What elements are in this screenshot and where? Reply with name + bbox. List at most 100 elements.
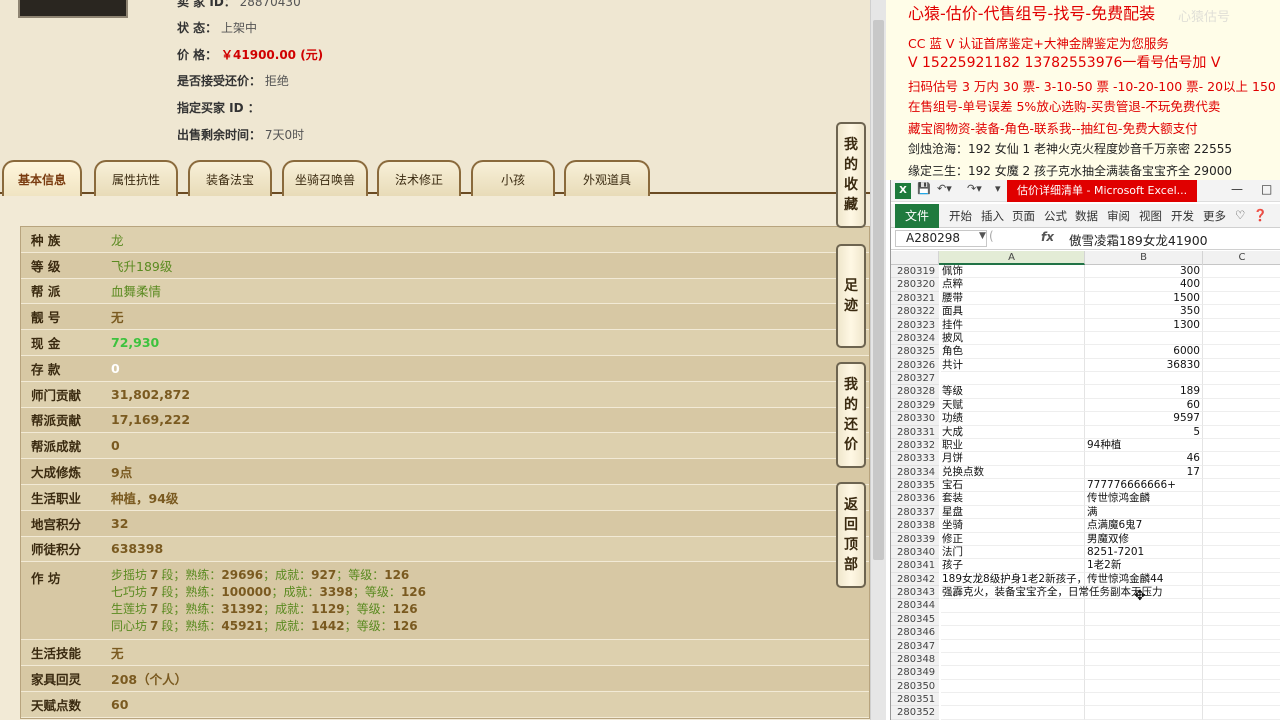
cell-b[interactable]: 6000 bbox=[1085, 345, 1203, 359]
maximize-icon[interactable]: □ bbox=[1261, 182, 1272, 196]
ribbon-tab-view[interactable]: 视图 bbox=[1139, 208, 1162, 224]
cell-c[interactable] bbox=[1203, 359, 1280, 372]
row-number[interactable]: 280352 bbox=[891, 706, 939, 720]
sheet-row[interactable]: 280328 等级 189 bbox=[891, 385, 1280, 399]
sheet-row[interactable]: 280338 坐骑 点满魔6鬼7 bbox=[891, 519, 1280, 533]
cell-b[interactable]: 46 bbox=[1085, 452, 1203, 466]
row-number[interactable]: 280346 bbox=[891, 626, 939, 640]
sheet-row[interactable]: 280337 星盘满 bbox=[891, 505, 1280, 520]
sheet-row[interactable]: 280352 bbox=[891, 706, 1280, 720]
cell-b[interactable] bbox=[1085, 626, 1203, 640]
cell-b[interactable]: 94种植 bbox=[1085, 438, 1203, 453]
cell-c[interactable] bbox=[1203, 613, 1280, 627]
sheet-row[interactable]: 280325 角色 6000 bbox=[891, 345, 1280, 359]
row-number[interactable]: 280324 bbox=[891, 331, 939, 346]
cell-a[interactable]: 月饼 bbox=[941, 452, 1085, 466]
row-number[interactable]: 280329 bbox=[891, 398, 939, 413]
cell-b[interactable] bbox=[1085, 652, 1203, 667]
row-number[interactable]: 280342 bbox=[891, 572, 939, 586]
cell-c[interactable] bbox=[1203, 533, 1280, 546]
cell-c[interactable] bbox=[1203, 492, 1280, 506]
cell-b[interactable]: 1300 bbox=[1085, 318, 1203, 332]
cell-a[interactable]: 坐骑 bbox=[941, 519, 1085, 533]
cell-a[interactable] bbox=[941, 679, 1085, 693]
row-number[interactable]: 280345 bbox=[891, 612, 939, 627]
ribbon-tab-more[interactable]: 更多 bbox=[1203, 208, 1226, 224]
cell-a[interactable]: 法门 bbox=[941, 545, 1085, 560]
ribbon-tab-insert[interactable]: 插入 bbox=[981, 208, 1004, 224]
row-number[interactable]: 280326 bbox=[891, 358, 939, 372]
ribbon-tab-formulas[interactable]: 公式 bbox=[1044, 208, 1067, 224]
sheet-row[interactable]: 280341 孩子 1老2新 bbox=[891, 559, 1280, 573]
row-number[interactable]: 280343 bbox=[891, 586, 939, 600]
row-number[interactable]: 280322 bbox=[891, 305, 939, 319]
tab-appearance[interactable]: 外观道具 bbox=[564, 160, 650, 196]
cell-a[interactable]: 宝石 bbox=[941, 479, 1085, 493]
column-header-a[interactable]: A bbox=[939, 251, 1085, 265]
cell-a[interactable]: 佩饰 bbox=[941, 265, 1085, 279]
row-number[interactable]: 280320 bbox=[891, 278, 939, 292]
cell-b[interactable]: 9597 bbox=[1085, 412, 1203, 426]
ribbon-tab-home[interactable]: 开始 bbox=[949, 208, 972, 224]
row-number[interactable]: 280335 bbox=[891, 479, 939, 493]
cell-a[interactable] bbox=[941, 693, 1085, 707]
cell-b[interactable]: 189 bbox=[1085, 385, 1203, 399]
cell-c[interactable] bbox=[1203, 666, 1280, 680]
cell-a[interactable]: 挂件 bbox=[941, 318, 1085, 332]
cell-a[interactable]: 点粹 bbox=[941, 278, 1085, 292]
cell-a[interactable]: 修正 bbox=[941, 532, 1085, 546]
cell-a[interactable]: 职业 bbox=[941, 438, 1085, 453]
row-number[interactable]: 280348 bbox=[891, 652, 939, 667]
row-number[interactable]: 280325 bbox=[891, 345, 939, 359]
cell-c[interactable] bbox=[1203, 385, 1280, 399]
row-number[interactable]: 280323 bbox=[891, 318, 939, 332]
row-number[interactable]: 280344 bbox=[891, 599, 939, 613]
cell-b[interactable]: 36830 bbox=[1085, 358, 1203, 372]
cell-b[interactable]: 点满魔6鬼7 bbox=[1085, 519, 1203, 533]
row-number[interactable]: 280319 bbox=[891, 265, 939, 279]
my-counter-offers-button[interactable]: 我的还价 bbox=[836, 362, 866, 468]
cell-c[interactable] bbox=[1203, 706, 1280, 720]
save-icon[interactable]: 💾 bbox=[917, 182, 931, 195]
row-number[interactable]: 280350 bbox=[891, 679, 939, 693]
cell-a[interactable]: 共计 bbox=[941, 358, 1085, 372]
cell-a[interactable] bbox=[941, 666, 1085, 680]
sheet-row[interactable]: 280346 bbox=[891, 626, 1280, 640]
row-number[interactable]: 280334 bbox=[891, 465, 939, 479]
cell-b[interactable]: 男魔双修 bbox=[1085, 532, 1203, 546]
cell-c[interactable] bbox=[1203, 680, 1280, 693]
name-box[interactable]: A280298 bbox=[895, 230, 987, 247]
cell-a[interactable]: 天赋 bbox=[941, 398, 1085, 413]
cell-b[interactable]: 300 bbox=[1085, 265, 1203, 279]
cell-b[interactable] bbox=[1085, 693, 1203, 707]
cell-b[interactable]: 1老2新 bbox=[1085, 559, 1203, 573]
row-number[interactable]: 280337 bbox=[891, 505, 939, 520]
cell-c[interactable] bbox=[1203, 626, 1280, 640]
cell-c[interactable] bbox=[1203, 599, 1280, 613]
insert-function-icon[interactable]: fx bbox=[1041, 230, 1054, 244]
cell-c[interactable] bbox=[1203, 319, 1280, 332]
tab-mounts-pets[interactable]: 坐骑召唤兽 bbox=[282, 160, 368, 196]
row-number[interactable]: 280341 bbox=[891, 559, 939, 573]
row-number[interactable]: 280347 bbox=[891, 639, 939, 653]
namebox-dropdown-icon[interactable]: ▼ bbox=[979, 231, 986, 241]
cell-c[interactable] bbox=[1203, 693, 1280, 707]
footprints-button[interactable]: 足迹 bbox=[836, 244, 866, 348]
cell-c[interactable] bbox=[1203, 345, 1280, 359]
cell-b[interactable] bbox=[1085, 612, 1203, 627]
cell-a[interactable]: 面具 bbox=[941, 305, 1085, 319]
row-number[interactable]: 280332 bbox=[891, 438, 939, 453]
cell-b[interactable]: 777776666666+ bbox=[1085, 479, 1203, 493]
sheet-row[interactable]: 280326 共计 36830 bbox=[891, 358, 1280, 372]
sheet-row[interactable]: 280320 点粹 400 bbox=[891, 278, 1280, 292]
cell-b[interactable]: 400 bbox=[1085, 278, 1203, 292]
cell-c[interactable] bbox=[1203, 412, 1280, 426]
sheet-row[interactable]: 280324 披风 bbox=[891, 331, 1280, 346]
row-number[interactable]: 280327 bbox=[891, 372, 939, 386]
cell-c[interactable] bbox=[1203, 292, 1280, 306]
cell-a[interactable]: 兑换点数 bbox=[941, 465, 1085, 479]
sheet-row[interactable]: 280319 佩饰 300 bbox=[891, 265, 1280, 279]
cell-b[interactable] bbox=[1085, 572, 1203, 586]
cell-c[interactable] bbox=[1203, 452, 1280, 466]
column-header-b[interactable]: B bbox=[1085, 251, 1203, 265]
